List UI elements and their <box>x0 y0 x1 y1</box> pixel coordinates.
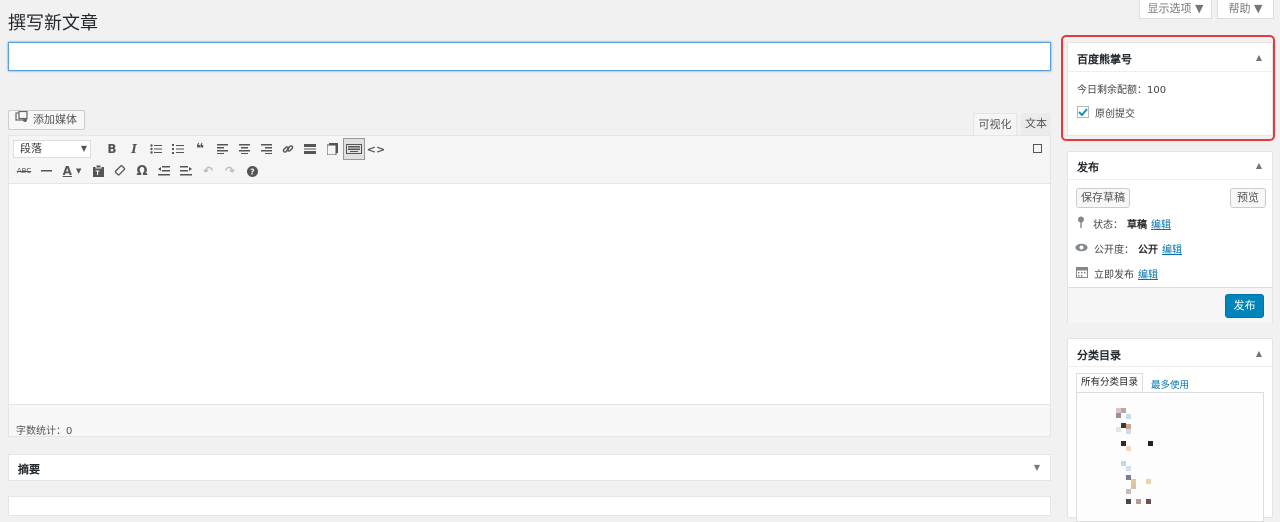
eye-icon <box>1075 243 1088 255</box>
help-icon[interactable]: ? <box>241 160 263 182</box>
add-media-label: 添加媒体 <box>33 113 77 126</box>
category-title: 分类目录 <box>1077 349 1121 362</box>
editor-statusbar: 字数统计：0 <box>9 404 1050 437</box>
help-button[interactable]: 帮助 ▼ <box>1217 0 1274 19</box>
italic-icon[interactable]: I <box>123 138 145 160</box>
publish-button[interactable]: 发布 <box>1225 294 1264 318</box>
align-right-icon[interactable] <box>255 138 277 160</box>
add-media-button[interactable]: 添加媒体 <box>8 110 85 130</box>
special-character-icon[interactable]: Ω <box>131 160 153 182</box>
keyboard-icon[interactable] <box>343 138 365 160</box>
edit-visibility-link[interactable]: 编辑 <box>1162 241 1182 256</box>
pin-icon <box>1076 216 1086 231</box>
tab-text[interactable]: 文本 <box>1021 113 1051 135</box>
visibility-row: 公开度： 公开 编辑 <box>1075 241 1182 256</box>
status-row: 状态： 草稿 编辑 <box>1076 216 1171 231</box>
page-title: 撰写新文章 <box>8 13 98 34</box>
xiongzhang-title: 百度熊掌号 <box>1077 53 1132 66</box>
category-box: 分类目录 ▲ 所有分类目录 最多使用 <box>1067 338 1273 522</box>
undo-icon[interactable]: ↶ <box>197 160 219 182</box>
publish-box: 发布 ▲ 保存草稿 预览 状态： 草稿 编辑 公开度： 公开 编辑 立即发布 编… <box>1067 151 1273 323</box>
outdent-icon[interactable] <box>153 160 175 182</box>
divider <box>1068 179 1272 180</box>
horizontal-line-icon[interactable] <box>35 160 57 182</box>
tab-visual[interactable]: 可视化 <box>973 113 1017 135</box>
calendar-icon <box>1076 266 1088 281</box>
indent-icon[interactable] <box>175 160 197 182</box>
publish-actions: 发布 <box>1068 287 1272 323</box>
edit-schedule-link[interactable]: 编辑 <box>1138 266 1158 281</box>
word-count: 字数统计：0 <box>16 426 73 437</box>
clear-formatting-icon[interactable] <box>109 160 131 182</box>
divider <box>1068 366 1272 367</box>
save-draft-button[interactable]: 保存草稿 <box>1076 188 1130 208</box>
original-label: 原创提交 <box>1095 109 1135 120</box>
caret-up-icon[interactable]: ▲ <box>1256 349 1262 358</box>
chevron-down-icon: ▼ <box>80 144 87 153</box>
align-left-icon[interactable] <box>211 138 233 160</box>
format-select[interactable]: 段落 ▼ <box>13 140 91 158</box>
editor-content-area[interactable] <box>9 184 1050 406</box>
edit-status-link[interactable]: 编辑 <box>1151 216 1171 231</box>
media-icon <box>15 110 29 129</box>
toolbar-toggle-icon[interactable] <box>321 138 343 160</box>
strikethrough-icon[interactable]: ABC <box>13 160 35 182</box>
excerpt-title: 摘要 <box>18 463 40 476</box>
post-title-input[interactable] <box>8 42 1051 71</box>
numbered-list-icon[interactable] <box>167 138 189 160</box>
editor: 段落 ▼ B I ❝ <> ABC A ▼ T Ω ↶ ↷ ? 字数统计：0 <box>8 135 1051 437</box>
editor-toolbar: 段落 ▼ B I ❝ <> ABC A ▼ T Ω ↶ ↷ ? <box>9 136 1050 184</box>
divider <box>1068 71 1272 72</box>
quota-text: 今日剩余配额：100 <box>1077 85 1167 96</box>
read-more-icon[interactable] <box>299 138 321 160</box>
category-checklist <box>1076 392 1264 522</box>
checkmark-icon <box>1078 108 1088 116</box>
status-value: 草稿 <box>1127 220 1147 231</box>
text-color-icon[interactable]: A ▼ <box>57 160 87 182</box>
publish-title: 发布 <box>1077 161 1099 174</box>
format-select-value: 段落 <box>20 142 42 155</box>
schedule-row: 立即发布 编辑 <box>1076 266 1158 281</box>
bold-icon[interactable]: B <box>101 138 123 160</box>
align-center-icon[interactable] <box>233 138 255 160</box>
screen-options-button[interactable]: 显示选项 ▼ <box>1139 0 1212 19</box>
preview-button[interactable]: 预览 <box>1230 188 1266 208</box>
blockquote-icon[interactable]: ❝ <box>189 138 211 160</box>
original-checkbox[interactable] <box>1077 106 1089 118</box>
link-icon[interactable] <box>277 138 299 160</box>
redo-icon[interactable]: ↷ <box>219 160 241 182</box>
schedule-label: 立即发布 <box>1094 270 1134 281</box>
tab-most-used[interactable]: 最多使用 <box>1151 377 1189 391</box>
fullscreen-icon[interactable] <box>1033 144 1042 153</box>
visibility-label: 公开度： <box>1094 245 1134 256</box>
visibility-value: 公开 <box>1138 245 1158 256</box>
svg-text:?: ? <box>250 167 255 176</box>
paste-text-icon[interactable]: T <box>87 160 109 182</box>
xiongzhang-box: 百度熊掌号 ▲ 今日剩余配额：100 原创提交 <box>1067 42 1273 136</box>
caret-down-icon[interactable]: ▼ <box>1034 463 1040 472</box>
excerpt-box: 摘要 ▼ <box>8 454 1051 481</box>
next-meta-box <box>8 496 1051 516</box>
code-icon[interactable]: <> <box>365 138 387 160</box>
caret-up-icon[interactable]: ▲ <box>1256 161 1262 170</box>
status-label: 状态： <box>1093 220 1123 231</box>
caret-up-icon[interactable]: ▲ <box>1256 53 1262 62</box>
tab-all-categories[interactable]: 所有分类目录 <box>1076 373 1143 393</box>
bullet-list-icon[interactable] <box>145 138 167 160</box>
